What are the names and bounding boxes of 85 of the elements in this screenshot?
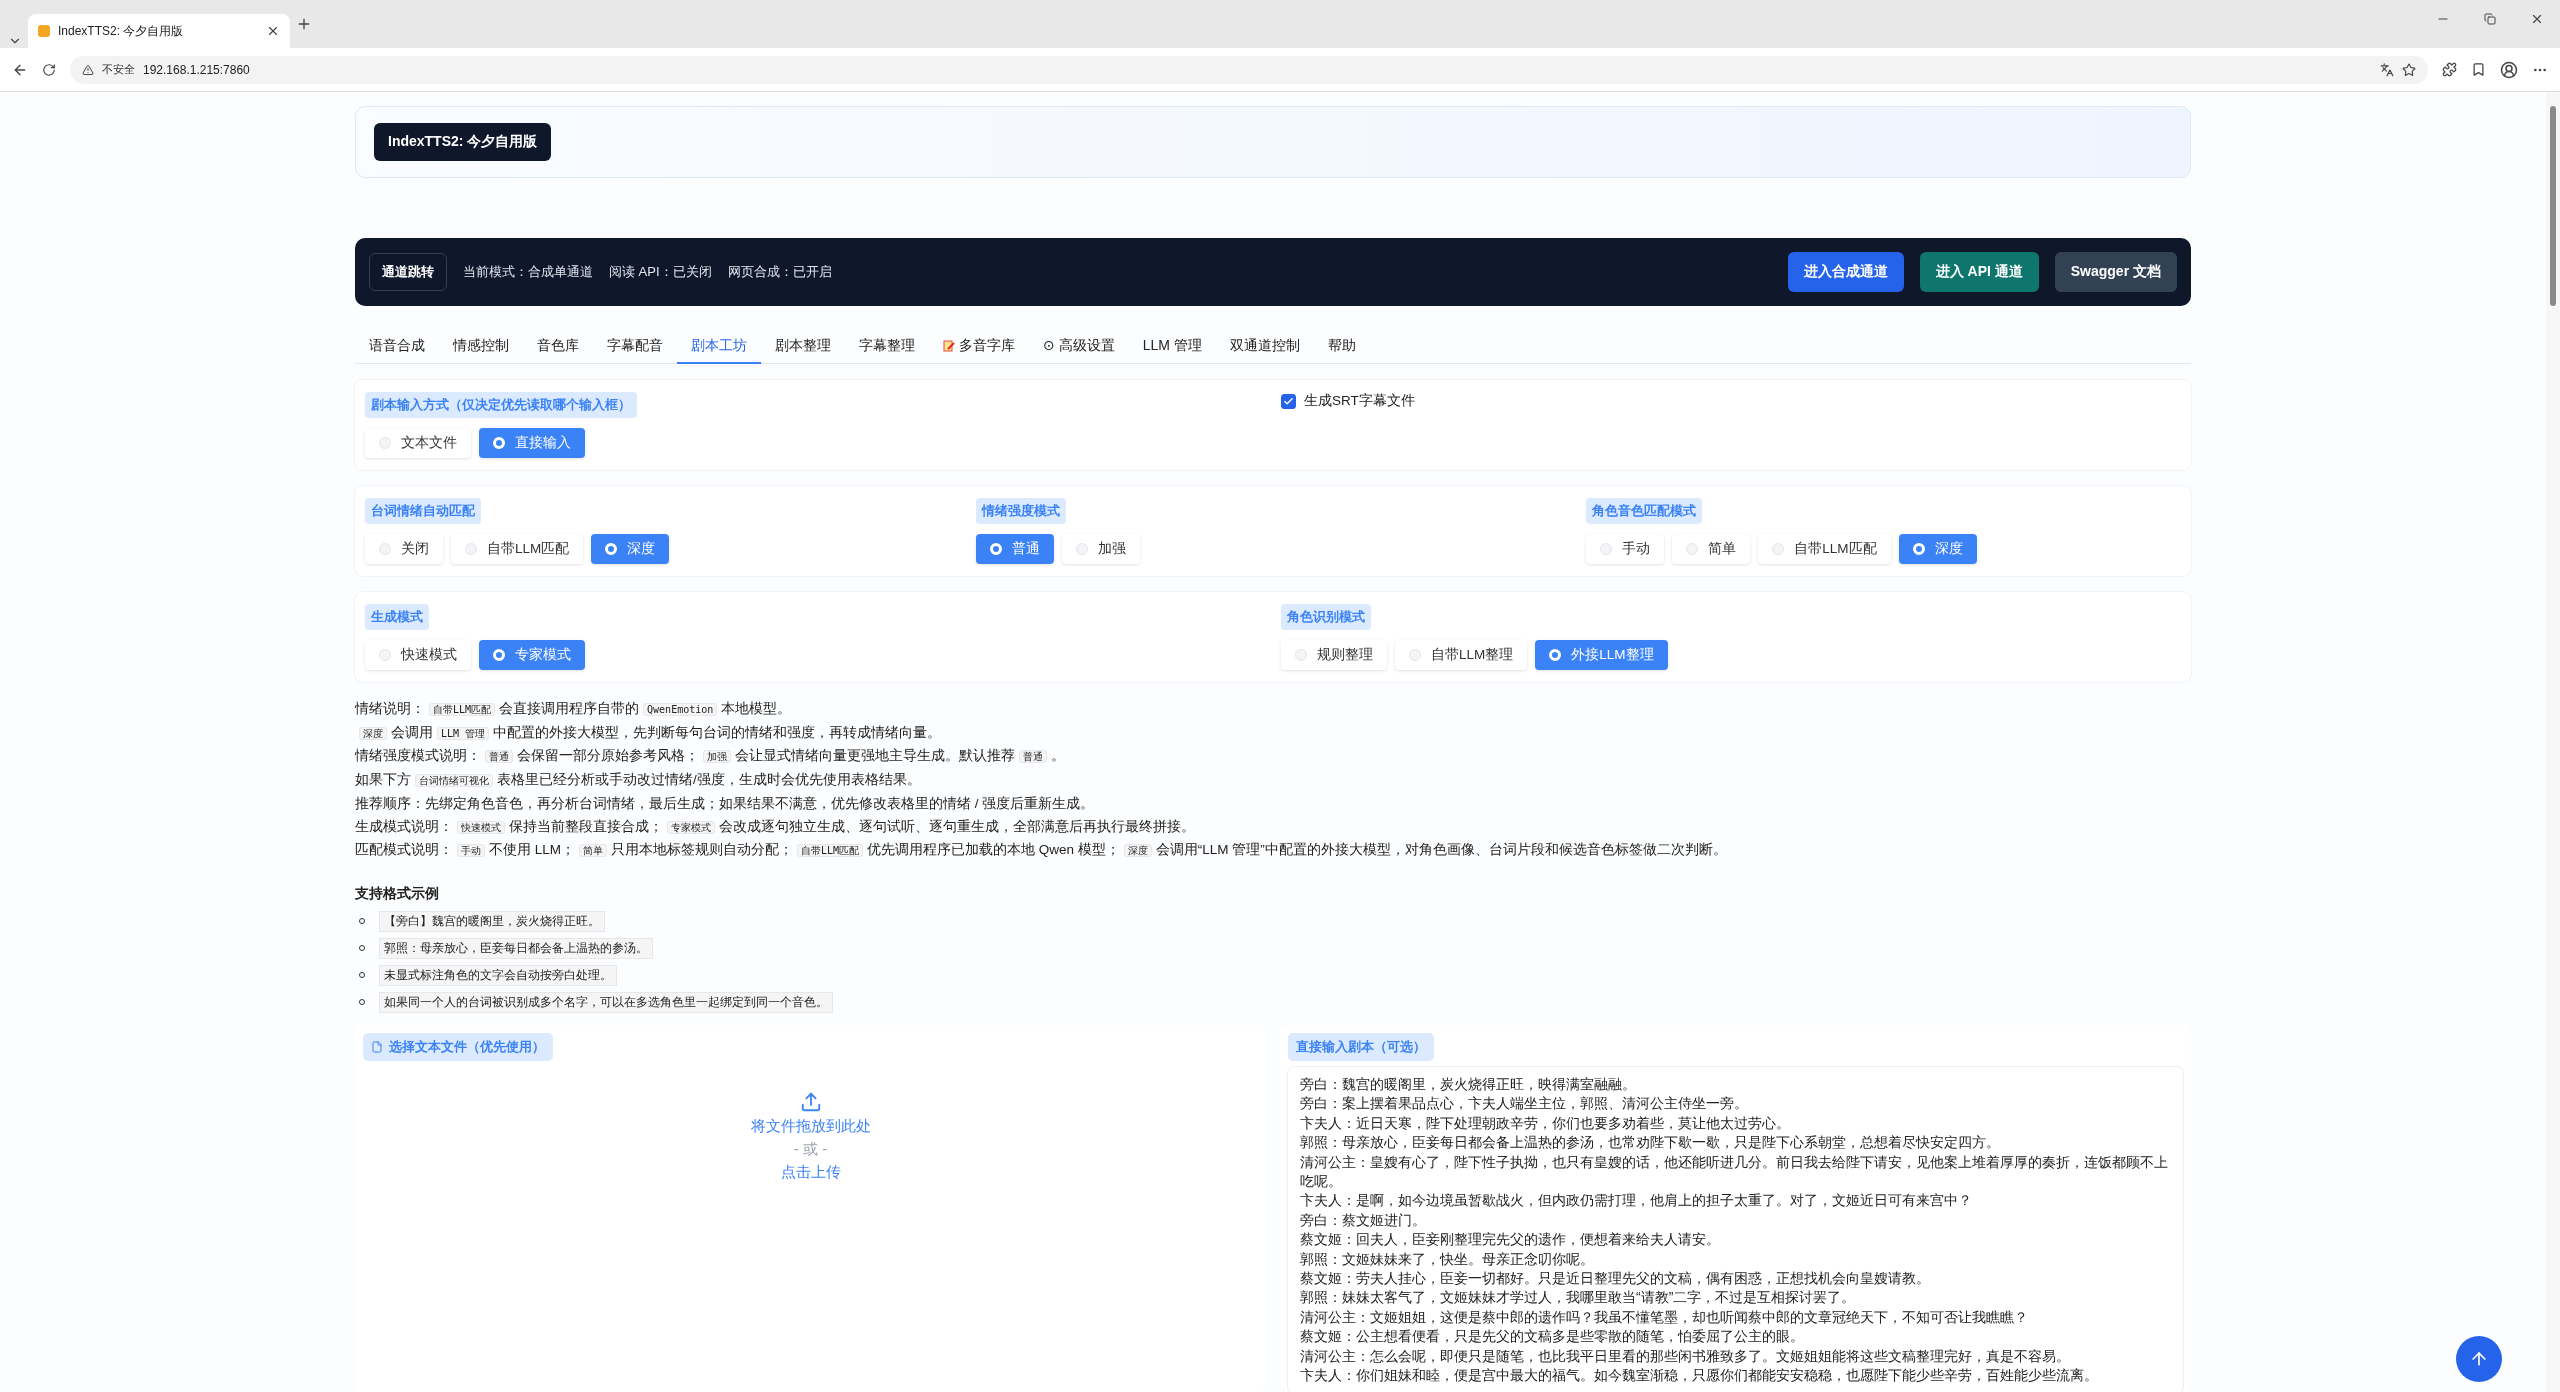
radio-option[interactable]: 直接输入 bbox=[479, 428, 585, 458]
tab[interactable]: 多音字库 bbox=[929, 330, 1029, 364]
tab[interactable]: 情感控制 bbox=[439, 330, 523, 364]
note-text: 生成模式说明： 快速模式 保持当前整段直接合成； 专家模式 会改成逐句独立生成、逐句试听、逐句重生成，全部满意后再执行最终拼接。 bbox=[355, 817, 1196, 836]
radio-option[interactable]: 快速模式 bbox=[365, 640, 471, 670]
tab-title: IndexTTS2: 今夕自用版 bbox=[58, 22, 184, 40]
radio-option[interactable]: 自带LLM匹配 bbox=[1758, 534, 1891, 564]
script-label: 直接输入剧本（可选） bbox=[1288, 1032, 1434, 1061]
tab[interactable]: 字幕配音 bbox=[593, 330, 677, 364]
radio-option[interactable]: 深度 bbox=[1898, 534, 1977, 564]
security-label: 不安全 bbox=[102, 62, 135, 77]
address-bar[interactable]: 不安全 192.168.1.215:7860 bbox=[70, 55, 2428, 84]
radio-option[interactable]: 简单 bbox=[1672, 534, 1751, 564]
group-label: 生成模式 bbox=[365, 604, 429, 630]
memo-icon bbox=[943, 340, 955, 352]
app-title: IndexTTS2: 今夕自用版 bbox=[374, 123, 552, 161]
tab[interactable]: ⊙ 高级设置 bbox=[1029, 330, 1129, 364]
checkbox-label: 生成SRT字幕文件 bbox=[1304, 392, 1415, 410]
radio-option[interactable]: 规则整理 bbox=[1281, 640, 1387, 670]
note-text: 情绪强度模式说明： 普通 会保留一部分原始参考风格； 加强 会让显式情绪向量更强地主导生成。默认推荐 普通 。 bbox=[355, 747, 1066, 766]
channel-button[interactable]: 进入 API 通道 bbox=[1919, 252, 2039, 292]
checkbox[interactable] bbox=[1281, 393, 1296, 409]
status-text: 网页合成：已开启 bbox=[727, 263, 832, 281]
favicon-icon bbox=[38, 25, 50, 37]
profile-icon[interactable] bbox=[2500, 60, 2518, 79]
tab[interactable]: 双通道控制 bbox=[1215, 330, 1314, 364]
section-heading: 支持格式示例 bbox=[355, 884, 440, 903]
format-example: 未显式标注角色的文字会自动按旁白处理。 bbox=[379, 964, 617, 986]
url-text: 192.168.1.215:7860 bbox=[143, 62, 250, 77]
or-text: - 或 - bbox=[793, 1139, 828, 1159]
radio-option[interactable]: 自带LLM整理 bbox=[1395, 640, 1528, 670]
group-label: 台词情绪自动匹配 bbox=[365, 498, 481, 524]
group-label: 情绪强度模式 bbox=[975, 498, 1066, 524]
note-text: 推荐顺序：先绑定角色音色，再分析台词情绪，最后生成；如果结果不满意，优先修改表格里的情绪 / 强度后重新生成。 bbox=[355, 794, 1096, 813]
channel-button[interactable]: Swagger 文档 bbox=[2054, 252, 2177, 292]
tab[interactable]: 语音合成 bbox=[355, 330, 439, 364]
channel-button[interactable]: 进入合成通道 bbox=[1787, 252, 1904, 292]
upload-link[interactable]: 点击上传 bbox=[780, 1162, 841, 1182]
format-example: 【旁白】魏宫的暖阁里，炭火烧得正旺。 bbox=[379, 910, 605, 932]
reload-icon[interactable] bbox=[42, 62, 56, 77]
tab[interactable]: LLM 管理 bbox=[1128, 330, 1216, 364]
extensions-icon[interactable] bbox=[2442, 62, 2457, 77]
group-label: 角色识别模式 bbox=[1281, 604, 1371, 630]
tab[interactable]: 帮助 bbox=[1313, 330, 1370, 364]
tab[interactable]: 音色库 bbox=[523, 330, 593, 364]
close-icon[interactable] bbox=[2530, 12, 2544, 26]
jump-button[interactable]: 通道跳转 bbox=[369, 253, 447, 291]
note-text: 匹配模式说明： 手动 不使用 LLM； 简单 只用本地标签规则自动分配； 自带LLM匹配 优先调用程序已加载的本地 Qwen 模型； 深度 会调用“LLM 管理”中配置的外接大模型，对角色画像、台词片段和候选音色标签做二次判断。 bbox=[355, 841, 1728, 860]
group-label: 剧本输入方式（仅决定优先读取哪个输入框） bbox=[365, 392, 637, 418]
upload-label: 选择文本文件（优先使用） bbox=[363, 1032, 553, 1061]
star-icon[interactable] bbox=[2402, 62, 2416, 77]
favorites-icon[interactable] bbox=[2471, 62, 2486, 77]
tab[interactable]: 剧本整理 bbox=[761, 330, 845, 364]
note-text: 深度 会调用 LLM 管理 中配置的外接大模型，先判断每句台词的情绪和强度，再转成情绪向量。 bbox=[355, 723, 2191, 744]
radio-option[interactable]: 手动 bbox=[1586, 534, 1665, 564]
restore-icon[interactable] bbox=[2484, 12, 2496, 26]
close-icon[interactable] bbox=[266, 24, 280, 38]
note-text: 如果下方 台词情绪可视化 表格里已经分析或手动改过情绪/强度，生成时会优先使用表格结果。 bbox=[355, 771, 922, 790]
radio-option[interactable]: 自带LLM匹配 bbox=[451, 534, 584, 564]
radio-option[interactable]: 加强 bbox=[1061, 534, 1140, 564]
check-icon bbox=[1283, 395, 1294, 407]
radio-option[interactable]: 关闭 bbox=[365, 534, 443, 564]
tab[interactable]: 剧本工坊 bbox=[677, 330, 761, 364]
script-textarea[interactable]: 旁白：魏宫的暖阁里，炭火烧得正旺，映得满室融融。 旁白：案上摆着果品点心，卞夫人端坐主位，郭照、清河公主侍坐一旁。 卞夫人：近日天寒，陛下处理朝政辛劳，你们也要多劝着些，莫让他太过劳心。 郭照：母亲放心，臣妾每日都会备上温热的参汤，也常劝陛下歇一歇，只是陛下心系朝堂，总想着尽快安定四方。 清河公主：皇嫂有心了，陛下性子执拗，也只有皇嫂的话，他还能听进几分。前日我去给陛下请安，见他案上堆着厚厚的奏折，连饭都顾不上吃呢。 卞夫人：是啊，如今边境虽暂歇战火，但内政仍需打理，他肩上的担子太重了。对了，文姬近日可有来宫中？ 旁白：蔡文姬进门。 蔡文姬：回夫人，臣妾刚整理完先父的遗作，便想着来给夫人请安。 郭照：文姬妹妹来了，快坐。母亲正念叨你呢。 蔡文姬：劳夫人挂心，臣妾一切都好。只是近日整理先父的文稿，偶有困惑，正想找机会向皇嫂请教。 郭照：妹妹太客气了，文姬妹妹才学过人，我哪里敢当“请教”二字，不过是互相探讨罢了。 清河公主：文姬姐姐，这便是蔡中郎的遗作吗？我虽不懂笔墨，却也听闻蔡中郎的文章冠绝天下，不知可否让我瞧瞧？ 蔡文姬：公主想看便看，只是先父的文稿多是些零散的随笔，怕委屈了公主的眼。 清河公主：怎么会呢，即便只是随笔，也比我平日里看的那些闲书雅致多了。文姬姐姐能将这些文稿整理完好，真是不容易。 卞夫人：你们姐妹和睦，便是宫中最大的福气。如今魏室渐稳，只愿你们都能安安稳稳，也愿陛下能少些辛劳，百姓能少些流离。 bbox=[1288, 1066, 2183, 1392]
radio-option[interactable]: 专家模式 bbox=[479, 640, 585, 670]
radio-option[interactable]: 外接LLM整理 bbox=[1535, 640, 1668, 670]
upload-icon bbox=[799, 1090, 822, 1113]
tab[interactable]: 字幕整理 bbox=[845, 330, 929, 364]
warning-icon bbox=[82, 63, 94, 76]
browser-tab[interactable]: IndexTTS2: 今夕自用版 bbox=[28, 14, 290, 48]
file-icon bbox=[371, 1040, 383, 1053]
status-text: 当前模式：合成单通道 bbox=[463, 263, 593, 281]
drop-text: 将文件拖放到此处 bbox=[750, 1116, 871, 1136]
note-text: 情绪说明： 自带LLM匹配 会直接调用程序自带的 QwenEmotion 本地模型。 bbox=[355, 700, 793, 718]
drop-zone[interactable]: 将文件拖放到此处 - 或 - 点击上传 bbox=[363, 1060, 1258, 1182]
format-example: 如果同一个人的台词被识别成多个名字，可以在多选角色里一起绑定到同一个音色。 bbox=[379, 991, 833, 1013]
scroll-top-button[interactable] bbox=[2456, 1336, 2502, 1382]
radio-option[interactable]: 文本文件 bbox=[365, 428, 471, 458]
radio-option[interactable]: 深度 bbox=[591, 534, 670, 564]
new-tab-icon[interactable] bbox=[296, 16, 312, 32]
group-label: 角色音色匹配模式 bbox=[1586, 498, 1703, 524]
status-text: 阅读 API：已关闭 bbox=[609, 263, 712, 281]
format-example: 郭照：母亲放心，臣妾每日都会备上温热的参汤。 bbox=[379, 937, 653, 959]
translate-icon[interactable] bbox=[2380, 62, 2394, 77]
radio-option[interactable]: 普通 bbox=[975, 534, 1054, 564]
